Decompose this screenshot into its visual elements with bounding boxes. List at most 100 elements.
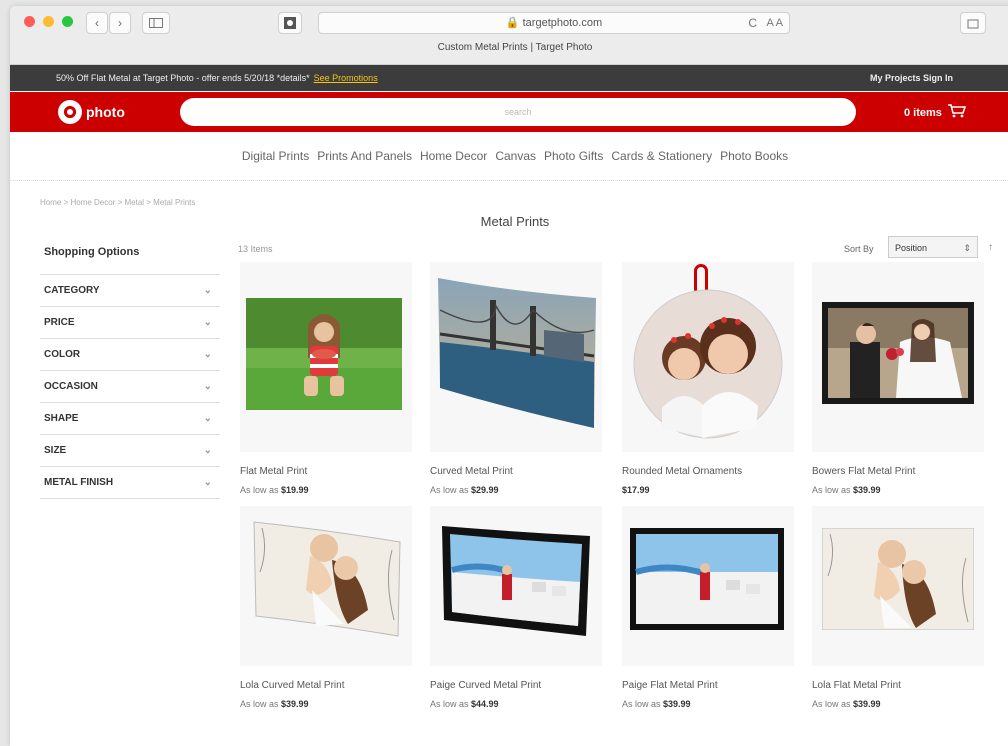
chevron-down-icon: ⌄ — [203, 381, 212, 392]
favicon-button[interactable] — [278, 12, 302, 34]
sort-value: Position — [895, 243, 928, 253]
share-button[interactable] — [960, 12, 986, 34]
chevron-down-icon: ⌄ — [203, 285, 212, 296]
nav-item-canvas[interactable]: Canvas — [495, 149, 536, 163]
product-price: $17.99 — [622, 485, 794, 495]
paige-curved-photo — [442, 526, 590, 636]
product-image[interactable] — [240, 262, 412, 452]
site-header: photo search 0 items — [10, 92, 1008, 132]
filter-metal-finish[interactable]: METAL FINISH ⌄ — [40, 466, 220, 499]
product-card[interactable]: Paige Flat Metal Print As low as $39.99 — [622, 506, 794, 709]
filter-occasion[interactable]: OCCASION ⌄ — [40, 370, 220, 402]
product-image[interactable] — [430, 262, 602, 452]
account-links[interactable]: My Projects Sign In — [870, 65, 953, 91]
price-prefix: As low as — [430, 485, 469, 495]
product-name[interactable]: Lola Curved Metal Print — [240, 680, 412, 691]
wedding-photo — [822, 302, 974, 404]
nav-item-photo-gifts[interactable]: Photo Gifts — [544, 149, 603, 163]
filter-label: METAL FINISH — [44, 477, 114, 488]
promo-text: 50% Off Flat Metal at Target Photo - off… — [56, 73, 310, 83]
price-value: $39.99 — [663, 699, 691, 709]
sort-direction-icon[interactable]: ↑ — [988, 242, 993, 253]
price-value: $44.99 — [471, 699, 499, 709]
product-card[interactable]: Flat Metal Print As low as $19.99 — [240, 262, 412, 495]
product-price: As low as $29.99 — [430, 485, 602, 495]
product-name[interactable]: Lola Flat Metal Print — [812, 680, 984, 691]
url-text: targetphoto.com — [522, 17, 603, 29]
filter-label: PRICE — [44, 317, 75, 328]
product-card[interactable]: Lola Flat Metal Print As low as $39.99 — [812, 506, 984, 709]
address-bar[interactable]: 🔒 targetphoto.com C A A — [318, 12, 790, 34]
product-image[interactable] — [240, 506, 412, 666]
browser-window: ‹ › 🔒 targetphoto.com C A A Custom Metal… — [10, 6, 1008, 746]
product-name[interactable]: Curved Metal Print — [430, 466, 602, 477]
minimize-window-button[interactable] — [43, 16, 54, 27]
sidebar-toggle-button[interactable] — [142, 12, 170, 34]
filter-color[interactable]: COLOR ⌄ — [40, 338, 220, 370]
chevron-down-icon: ⌄ — [203, 445, 212, 456]
chevron-down-icon: ⌄ — [203, 477, 212, 488]
tab-title[interactable]: Custom Metal Prints | Target Photo — [10, 42, 1008, 53]
nav-item-digital-prints[interactable]: Digital Prints — [242, 149, 309, 163]
logo-text: photo — [86, 104, 125, 120]
price-value: $39.99 — [853, 485, 881, 495]
breadcrumb[interactable]: Home > Home Decor > Metal > Metal Prints — [40, 198, 195, 207]
search-input[interactable]: search — [180, 98, 856, 126]
chevron-down-icon: ⌄ — [203, 413, 212, 424]
filter-size[interactable]: SIZE ⌄ — [40, 434, 220, 466]
nav-item-prints-panels[interactable]: Prints And Panels — [317, 149, 412, 163]
filter-shape[interactable]: SHAPE ⌄ — [40, 402, 220, 434]
reload-button[interactable]: C — [748, 13, 757, 33]
result-count: 13 Items — [238, 244, 273, 254]
sort-select[interactable]: Position ⇕ — [888, 236, 978, 258]
lola-curved-photo — [253, 521, 401, 637]
price-prefix: As low as — [622, 699, 661, 709]
price-prefix: As low as — [240, 699, 279, 709]
product-name[interactable]: Bowers Flat Metal Print — [812, 466, 984, 477]
cart-button[interactable]: 0 items — [904, 104, 967, 121]
product-image[interactable] — [622, 506, 794, 666]
product-name[interactable]: Paige Curved Metal Print — [430, 680, 602, 691]
site-icon — [284, 17, 296, 29]
product-image[interactable] — [622, 262, 794, 452]
nav-item-home-decor[interactable]: Home Decor — [420, 149, 487, 163]
product-image[interactable] — [812, 506, 984, 666]
filter-label: SIZE — [44, 445, 67, 456]
back-button[interactable]: ‹ — [86, 12, 108, 34]
price-value: $29.99 — [471, 485, 499, 495]
product-price: As low as $19.99 — [240, 485, 412, 495]
product-card[interactable]: Paige Curved Metal Print As low as $44.9… — [430, 506, 602, 709]
cart-icon — [947, 104, 967, 121]
zoom-window-button[interactable] — [62, 16, 73, 27]
site-logo[interactable]: photo — [58, 100, 125, 124]
category-nav: Digital Prints Prints And Panels Home De… — [10, 132, 1008, 181]
forward-button[interactable]: › — [109, 12, 131, 34]
product-name[interactable]: Rounded Metal Ornaments — [622, 466, 794, 477]
nav-item-photo-books[interactable]: Photo Books — [720, 149, 788, 163]
price-prefix: As low as — [430, 699, 469, 709]
sidebar-icon — [149, 18, 163, 28]
filter-label: OCCASION — [44, 381, 98, 392]
product-name[interactable]: Paige Flat Metal Print — [622, 680, 794, 691]
filter-price[interactable]: PRICE ⌄ — [40, 306, 220, 338]
product-image[interactable] — [430, 506, 602, 666]
product-card[interactable]: Rounded Metal Ornaments $17.99 — [622, 262, 794, 495]
sort-label: Sort By — [844, 244, 874, 254]
text-size-button[interactable]: A A — [766, 13, 783, 33]
price-prefix: As low as — [812, 485, 851, 495]
product-price: As low as $39.99 — [240, 699, 412, 709]
product-card[interactable]: Curved Metal Print As low as $29.99 — [430, 262, 602, 495]
product-card[interactable]: Bowers Flat Metal Print As low as $39.99 — [812, 262, 984, 495]
product-card[interactable]: Lola Curved Metal Print As low as $39.99 — [240, 506, 412, 709]
nav-item-cards-stationery[interactable]: Cards & Stationery — [611, 149, 712, 163]
paige-flat-photo — [630, 528, 784, 630]
product-price: As low as $39.99 — [812, 485, 984, 495]
filter-category[interactable]: CATEGORY ⌄ — [40, 274, 220, 306]
product-image[interactable] — [812, 262, 984, 452]
product-name[interactable]: Flat Metal Print — [240, 466, 412, 477]
promo-link[interactable]: See Promotions — [314, 73, 378, 83]
target-logo-icon — [58, 100, 82, 124]
close-window-button[interactable] — [24, 16, 35, 27]
product-price: As low as $39.99 — [812, 699, 984, 709]
page-title: Metal Prints — [480, 214, 550, 229]
